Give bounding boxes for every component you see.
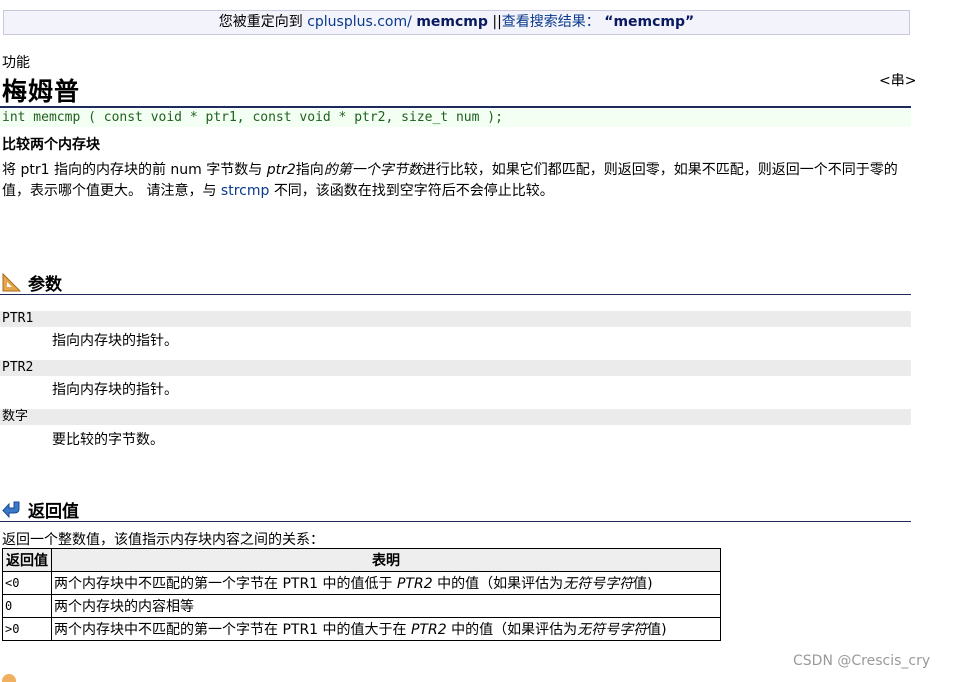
meaning-ptr2: PTR2 (410, 622, 447, 638)
params-divider (0, 294, 911, 295)
desc-text-4: 不同，该函数在找到空字符后不会停止比较。 (273, 183, 554, 199)
param-name: PTR2 (0, 360, 911, 376)
col-header-value: 返回值 (2, 548, 52, 572)
description: 将 ptr1 指向的内存块的前 num 字节数与 ptr2指向的第一个字节数进行… (2, 160, 912, 202)
meaning-text: 中的值（如果评估为 (437, 576, 564, 592)
return-divider (0, 521, 911, 522)
return-value-table: 返回值 表明 <0 两个内存块中不匹配的第一个字节在 PTR1 中的值低于 PT… (2, 548, 721, 641)
return-heading-label: 返回值 (28, 501, 79, 522)
param-desc: 指向内存块的指针。 (52, 382, 178, 398)
section-icon-partial (2, 674, 16, 682)
redirect-notice: 您被重定向到 cplusplus.com/ memcmp ||查看搜索结果： “… (3, 10, 910, 35)
desc-text-1: 将 ptr1 指向的内存块的前 num 字节数与 (2, 162, 263, 178)
meaning-unsigned: 无符号字符 (577, 622, 648, 638)
header-link[interactable]: <串> (879, 70, 916, 90)
meaning-text: 两个内存块的内容相等 (54, 599, 194, 615)
col-header-meaning: 表明 (51, 548, 721, 572)
params-heading: 参数 (2, 271, 62, 295)
csdn-watermark: CSDN @Crescis_cry (793, 653, 931, 669)
redirect-site-link[interactable]: cplusplus.com/ (307, 14, 412, 30)
meaning-cell: 两个内存块的内容相等 (51, 594, 721, 618)
param-desc: 指向内存块的指针。 (52, 333, 178, 349)
meaning-cell: 两个内存块中不匹配的第一个字节在 PTR1 中的值低于 PTR2 中的值（如果评… (51, 571, 721, 595)
strcmp-link[interactable]: strcmp (221, 183, 269, 199)
param-name: PTR1 (0, 311, 911, 327)
param-desc: 要比较的字节数。 (52, 432, 164, 448)
desc-text-2: 指向 (295, 162, 324, 178)
page-category: 功能 (2, 55, 30, 71)
table-row: <0 两个内存块中不匹配的第一个字节在 PTR1 中的值低于 PTR2 中的值（… (2, 571, 721, 595)
meaning-text: 中的值（如果评估为 (451, 622, 578, 638)
return-intro: 返回一个整数值，该值指示内存块内容之间的关系： (2, 532, 324, 548)
table-row: >0 两个内存块中不匹配的第一个字节在 PTR1 中的值大于在 PTR2 中的值… (2, 617, 721, 641)
short-description: 比较两个内存块 (2, 137, 100, 153)
redirect-target-link[interactable]: memcmp (416, 14, 488, 30)
meaning-text: 值) (633, 576, 653, 592)
meaning-cell: 两个内存块中不匹配的第一个字节在 PTR1 中的值大于在 PTR2 中的值（如果… (51, 617, 721, 641)
function-prototype: int memcmp ( const void * ptr1, const vo… (0, 109, 911, 127)
meaning-text: 两个内存块中不匹配的第一个字节在 PTR1 中的值低于 (54, 576, 393, 592)
return-value-cell: >0 (2, 617, 52, 641)
return-value-cell: 0 (2, 594, 52, 618)
return-heading: 返回值 (2, 498, 79, 522)
meaning-unsigned: 无符号字符 (563, 576, 634, 592)
page-title: 梅姆普 (2, 77, 81, 106)
meaning-text: 值) (647, 622, 667, 638)
search-results-link[interactable]: 查看搜索结果： (502, 14, 600, 30)
param-name: 数字 (0, 409, 911, 425)
table-row: 0 两个内存块的内容相等 (2, 594, 721, 618)
table-header-row: 返回值 表明 (2, 548, 721, 572)
title-divider (0, 106, 911, 108)
ruler-triangle-icon (2, 272, 22, 292)
desc-ptr2: ptr2 (266, 162, 296, 178)
params-heading-label: 参数 (28, 274, 62, 295)
meaning-text: 两个内存块中不匹配的第一个字节在 PTR1 中的值大于在 (54, 622, 407, 638)
return-arrow-icon (2, 499, 22, 519)
desc-italic: 的第一个字节数 (323, 162, 422, 178)
search-query[interactable]: “memcmp” (604, 14, 694, 30)
meaning-ptr2: PTR2 (396, 576, 433, 592)
return-value-cell: <0 (2, 571, 52, 595)
redirect-prefix: 您被重定向到 (218, 14, 303, 30)
redirect-separator: || (492, 14, 502, 30)
